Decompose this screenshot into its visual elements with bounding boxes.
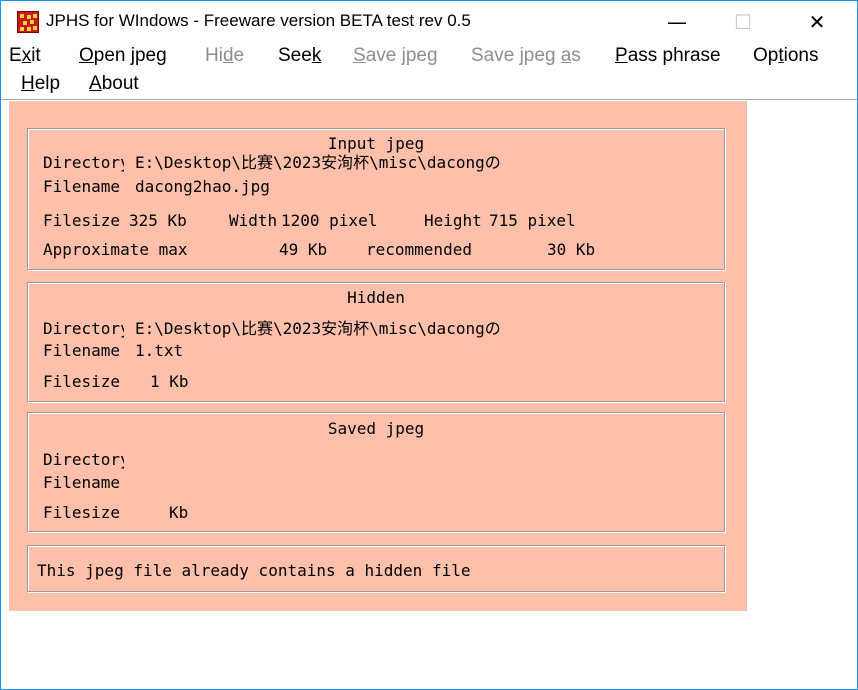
- menu-options[interactable]: Options: [753, 45, 819, 67]
- menu-seek-accel: k: [311, 45, 322, 66]
- status-message: This jpeg file already contains a hidden…: [37, 561, 471, 580]
- saved-filesize-label: Filesize: [43, 504, 121, 522]
- menu-save-jpeg-text-rest: ave jpeg: [365, 45, 438, 66]
- menu-save-jpeg-as-text: Save jpeg: [471, 45, 561, 66]
- app-window: JPHS for WIndows - Freeware version BETA…: [0, 0, 858, 690]
- client-area: Input jpeg Directory E:\Desktop\比赛\2023安…: [9, 101, 747, 611]
- input-filesize-label: Filesize: [43, 212, 121, 230]
- input-height-label: Height: [424, 211, 482, 230]
- menu-hide[interactable]: Hide: [205, 45, 244, 67]
- jphs-app-icon[interactable]: [17, 11, 39, 33]
- close-icon: ✕: [808, 10, 826, 34]
- menu-save-jpeg-accel: S: [353, 45, 366, 66]
- menu-seek[interactable]: Seek: [278, 45, 321, 67]
- hidden-filesize-label: Filesize: [43, 373, 121, 391]
- hidden-filename-label: Filename: [43, 342, 121, 360]
- minimize-icon: —: [667, 10, 687, 34]
- menu-exit[interactable]: Exit: [9, 45, 41, 67]
- menu-save-jpeg-as-text-rest: s: [571, 45, 581, 66]
- menu-exit-text-rest: it: [31, 45, 41, 66]
- hidden-title: Hidden: [347, 288, 405, 307]
- input-height-value: 715 pixel: [489, 211, 576, 230]
- saved-jpeg-title: Saved jpeg: [327, 419, 425, 438]
- hidden-filesize-value: 1 Kb: [150, 372, 189, 391]
- menu-options-text-rest: ions: [783, 45, 819, 66]
- menu-bar: Exit Open jpeg Hide Seek Save jpeg Save …: [1, 43, 857, 100]
- menu-exit-accel: x: [21, 45, 32, 66]
- input-approx-value: 49 Kb: [279, 240, 328, 259]
- menu-open-jpeg[interactable]: Open jpeg: [79, 45, 167, 67]
- menu-save-jpeg[interactable]: Save jpeg: [353, 45, 438, 67]
- window-title: JPHS for WIndows - Freeware version BETA…: [46, 11, 471, 30]
- menu-hide-text: Hi: [205, 45, 223, 66]
- close-button[interactable]: ✕: [787, 1, 847, 43]
- maximize-button[interactable]: ☐: [713, 1, 773, 43]
- menu-pass-phrase-text-rest: ass phrase: [627, 45, 721, 66]
- status-panel: This jpeg file already contains a hidden…: [27, 545, 725, 592]
- menu-help[interactable]: Help: [21, 73, 60, 95]
- menu-options-text: Op: [753, 45, 779, 66]
- menu-seek-text: See: [278, 45, 312, 66]
- input-filesize-value: 325 Kb: [129, 211, 187, 230]
- input-width-value: 1200 pixel: [281, 211, 378, 230]
- menu-hide-text-rest: e: [233, 45, 245, 66]
- saved-jpeg-panel: Saved jpeg Directory Filename Filesize K…: [27, 412, 725, 532]
- menu-save-jpeg-as-accel: a: [560, 45, 572, 66]
- menu-open-jpeg-accel: O: [79, 45, 94, 66]
- maximize-icon: ☐: [734, 10, 752, 34]
- menu-pass-phrase[interactable]: Pass phrase: [615, 45, 721, 67]
- menu-help-text-rest: elp: [34, 73, 61, 94]
- title-bar[interactable]: JPHS for WIndows - Freeware version BETA…: [1, 1, 857, 43]
- menu-exit-text: E: [9, 45, 22, 66]
- menu-about-accel: A: [89, 73, 102, 94]
- input-directory-value: E:\Desktop\比赛\2023安洵杯\misc\dacongの: [135, 153, 501, 172]
- input-directory-label: Directory: [43, 154, 124, 172]
- input-filename-label: Filename: [43, 178, 121, 196]
- saved-filename-label: Filename: [43, 474, 121, 492]
- menu-pass-phrase-accel: P: [615, 45, 628, 66]
- hidden-directory-label: Directory: [43, 320, 124, 338]
- menu-open-jpeg-text-rest: pen jpeg: [93, 45, 167, 66]
- menu-save-jpeg-as[interactable]: Save jpeg as: [471, 45, 581, 67]
- minimize-button[interactable]: —: [647, 1, 707, 43]
- input-jpeg-title: Input jpeg: [327, 134, 425, 153]
- input-jpeg-panel: Input jpeg Directory E:\Desktop\比赛\2023安…: [27, 128, 725, 270]
- input-recommended-label: recommended: [366, 240, 472, 259]
- input-approx-label: Approximate max: [43, 240, 188, 259]
- hidden-directory-value: E:\Desktop\比赛\2023安洵杯\misc\dacongの: [135, 319, 501, 338]
- input-width-label: Width: [229, 212, 278, 230]
- hidden-panel: Hidden Directory E:\Desktop\比赛\2023安洵杯\m…: [27, 282, 725, 402]
- menu-about-text-rest: bout: [101, 73, 139, 94]
- menu-about[interactable]: About: [89, 73, 139, 95]
- input-filename-value: dacong2hao.jpg: [135, 177, 270, 196]
- hidden-filename-value: 1.txt: [135, 341, 184, 360]
- menu-help-accel: H: [21, 73, 35, 94]
- saved-directory-label: Directory: [43, 451, 124, 469]
- input-recommended-value: 30 Kb: [547, 240, 596, 259]
- saved-filesize-value: Kb: [169, 503, 189, 522]
- menu-hide-accel: d: [222, 45, 234, 66]
